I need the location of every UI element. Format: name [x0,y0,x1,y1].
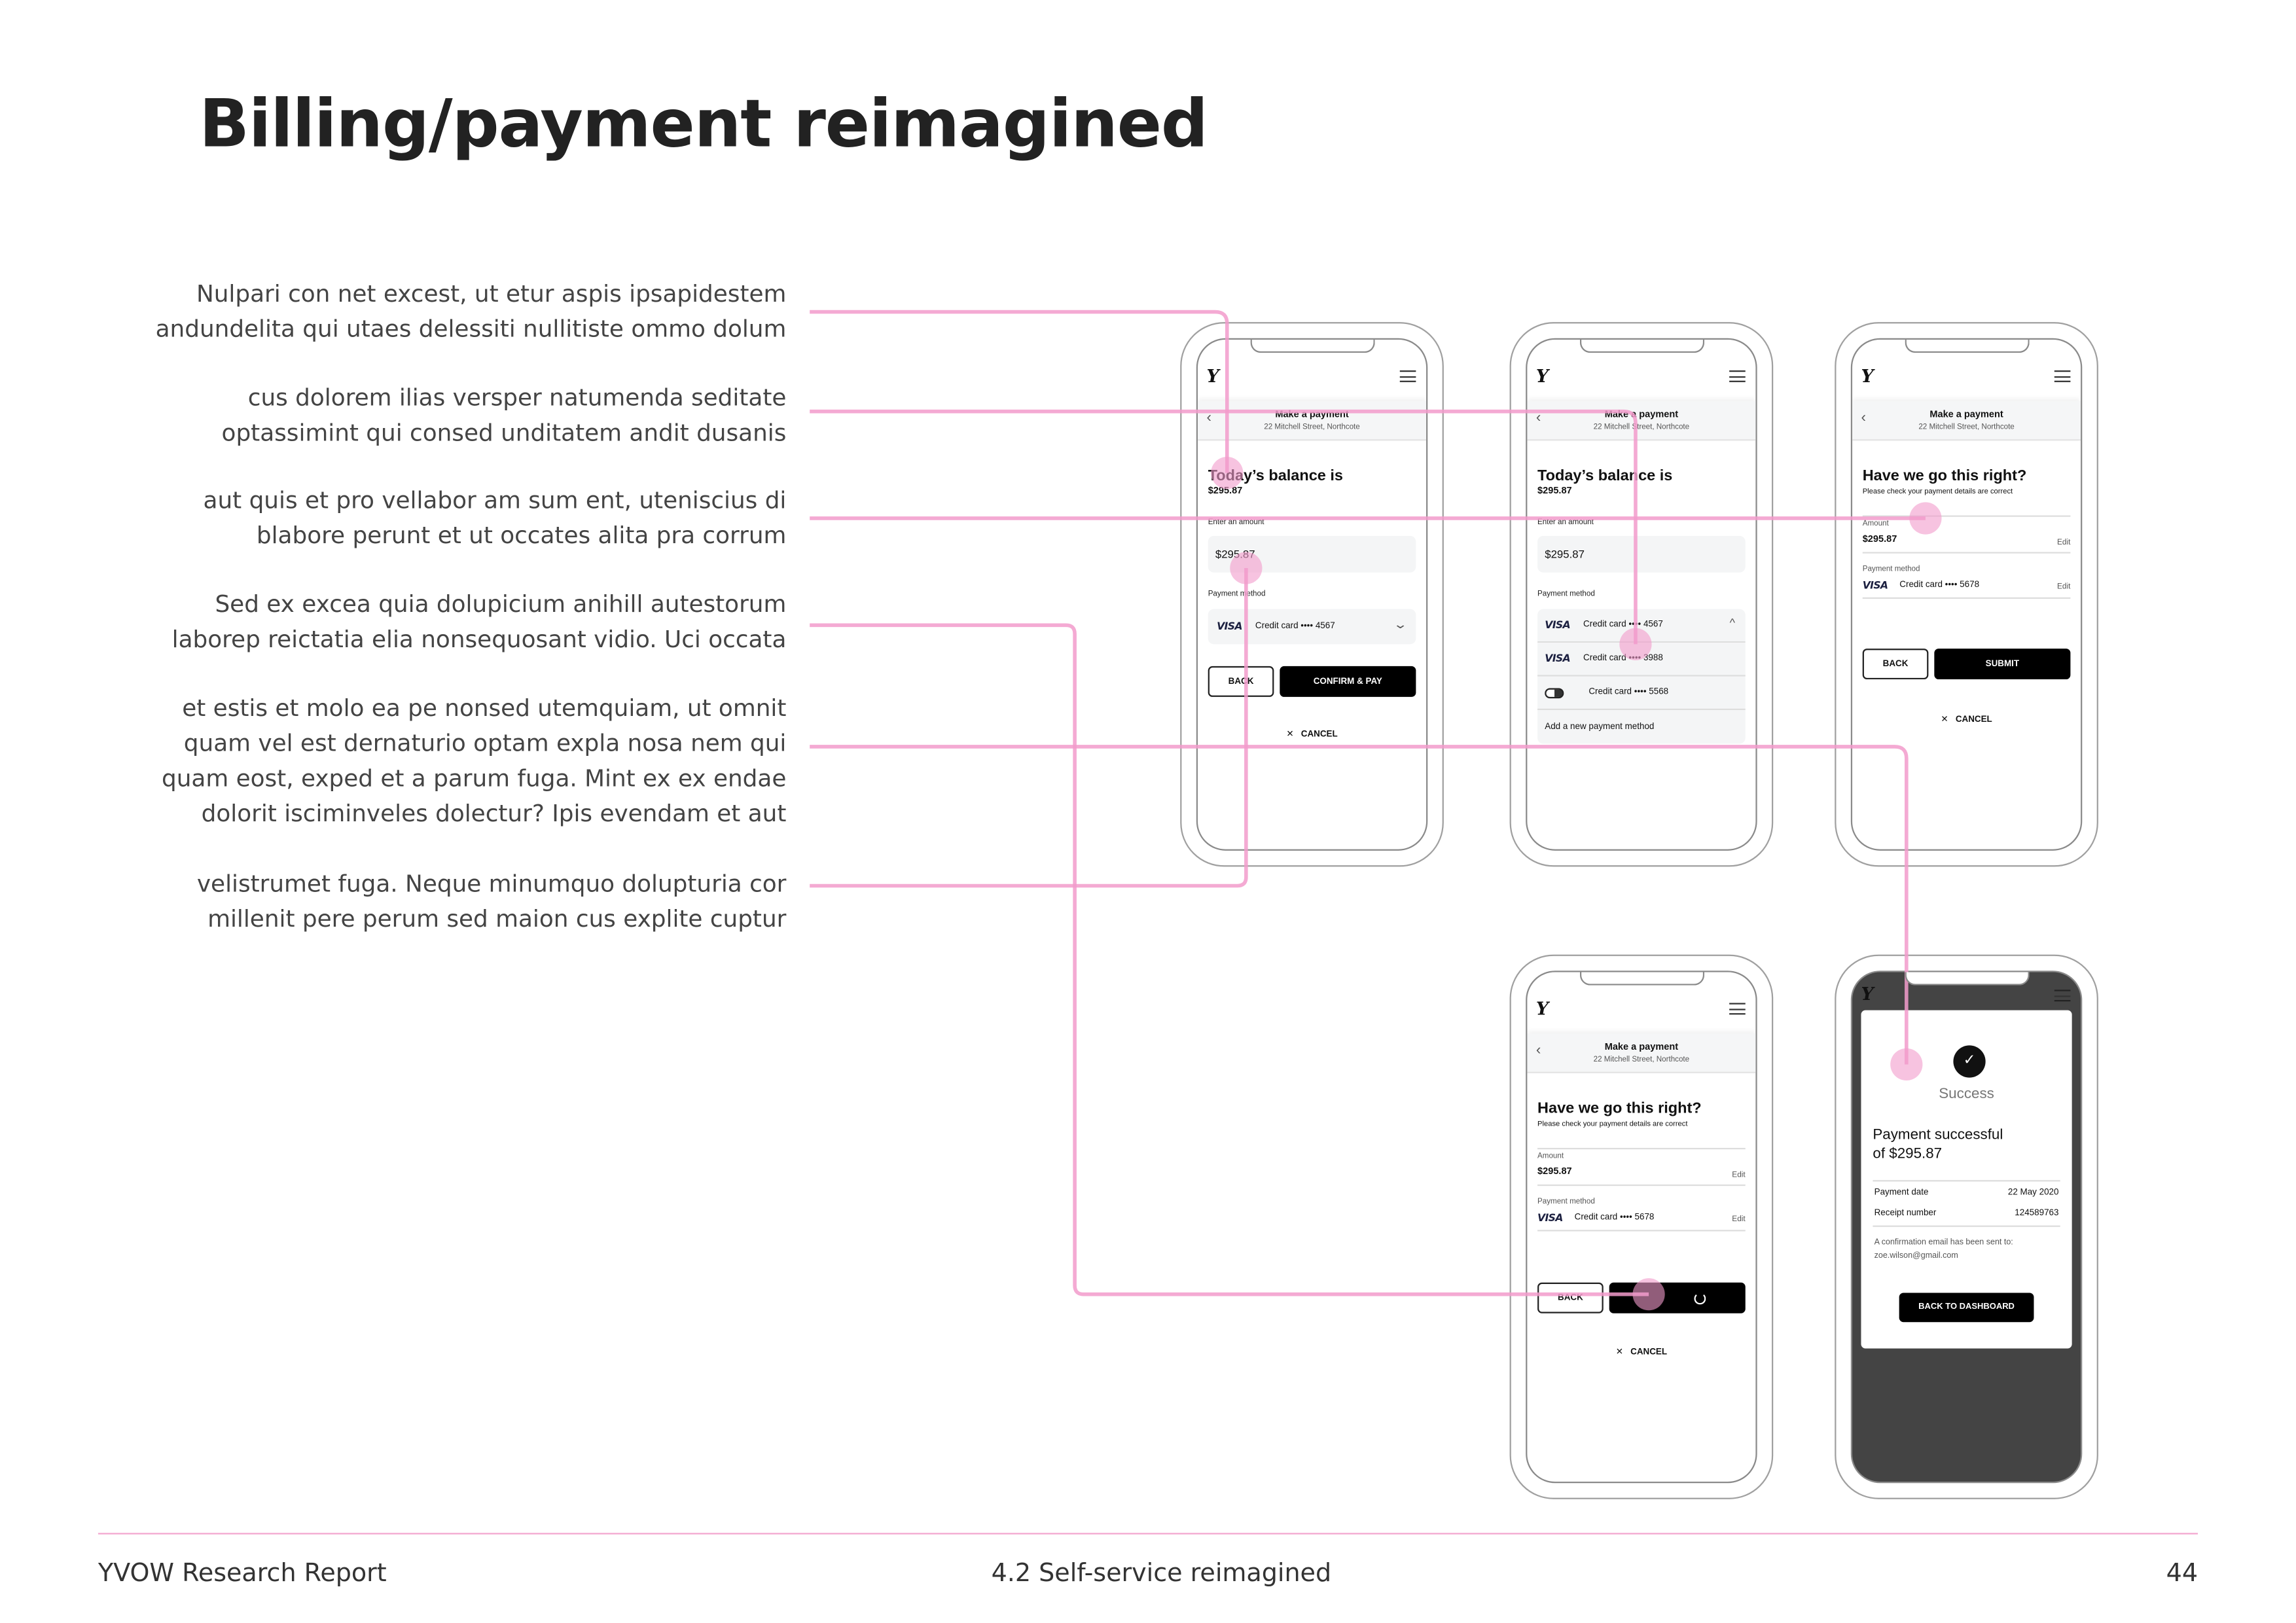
page-number: 44 [2166,1559,2198,1589]
annotation-connectors [810,310,1942,1311]
hotspot-marker [1230,552,1263,584]
footer-divider [98,1533,2198,1535]
hotspot-marker [1909,502,1942,535]
phone-notch [1250,340,1375,353]
connector-line-5 [810,745,1909,1065]
phone-notch [1579,972,1705,986]
page: Billing/payment reimagined Nulpari con n… [0,0,2296,1622]
hotspot-marker [1890,1048,1923,1081]
phone-notch [1579,340,1705,353]
connector-line-6 [810,568,1248,888]
connector-line-4 [810,623,1649,1296]
hotspot-marker [1211,457,1244,490]
phone-notch [1905,972,2030,986]
phone-notch [1905,340,2030,353]
connector-line-1 [810,310,1229,473]
footer-section: 4.2 Self-service reimagined [991,1559,1332,1589]
hotspot-marker [1632,1278,1665,1311]
footer-report-title: YVOW Research Report [98,1559,387,1589]
hotspot-marker [1619,628,1652,660]
connector-line-2 [810,409,1638,645]
